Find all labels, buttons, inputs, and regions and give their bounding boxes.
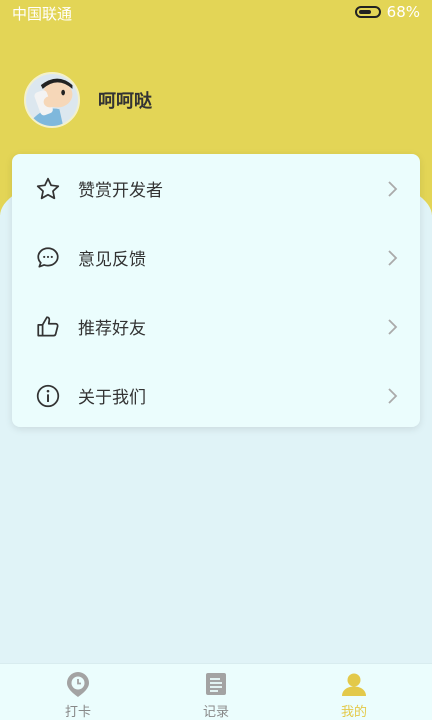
tab-mine[interactable]: 我的 (282, 664, 426, 720)
battery-percent: 68% (386, 3, 420, 21)
user-icon (342, 673, 366, 696)
avatar[interactable] (24, 72, 80, 128)
star-icon (34, 175, 62, 203)
document-icon (206, 673, 226, 695)
chat-bubble-icon (34, 244, 62, 272)
menu-item-reward-developer[interactable]: 赞赏开发者 (12, 154, 420, 223)
bottom-tab-bar: 打卡 记录 我的 (0, 663, 432, 720)
menu-item-label: 赞赏开发者 (78, 181, 163, 201)
info-icon (34, 382, 62, 410)
chevron-right-icon (388, 249, 398, 266)
tab-label: 打卡 (64, 705, 91, 720)
tab-label: 我的 (340, 705, 367, 720)
clock-pin-icon (67, 672, 89, 697)
battery-icon (354, 6, 381, 18)
menu-item-label: 关于我们 (78, 388, 146, 408)
chevron-right-icon (388, 318, 398, 335)
tab-checkin[interactable]: 打卡 (6, 664, 150, 720)
menu-card: 赞赏开发者 意见反馈 推荐好友 关于我们 (12, 154, 420, 427)
carrier-name: 中国联通 (12, 5, 73, 23)
status-bar: 中国联通 68% (0, 0, 432, 24)
thumbs-up-icon (34, 313, 62, 341)
tab-label: 记录 (202, 705, 229, 720)
menu-item-recommend-friends[interactable]: 推荐好友 (12, 292, 420, 361)
menu-item-feedback[interactable]: 意见反馈 (12, 223, 420, 292)
battery-indicator: 68% (354, 3, 420, 21)
nickname: 呵呵哒 (98, 91, 152, 112)
menu-item-label: 推荐好友 (78, 319, 146, 339)
chevron-right-icon (388, 180, 398, 197)
profile-section[interactable]: 呵呵哒 (24, 72, 152, 128)
menu-item-about-us[interactable]: 关于我们 (12, 361, 420, 430)
chevron-right-icon (388, 387, 398, 404)
tab-records[interactable]: 记录 (144, 664, 288, 720)
menu-item-label: 意见反馈 (78, 250, 146, 270)
